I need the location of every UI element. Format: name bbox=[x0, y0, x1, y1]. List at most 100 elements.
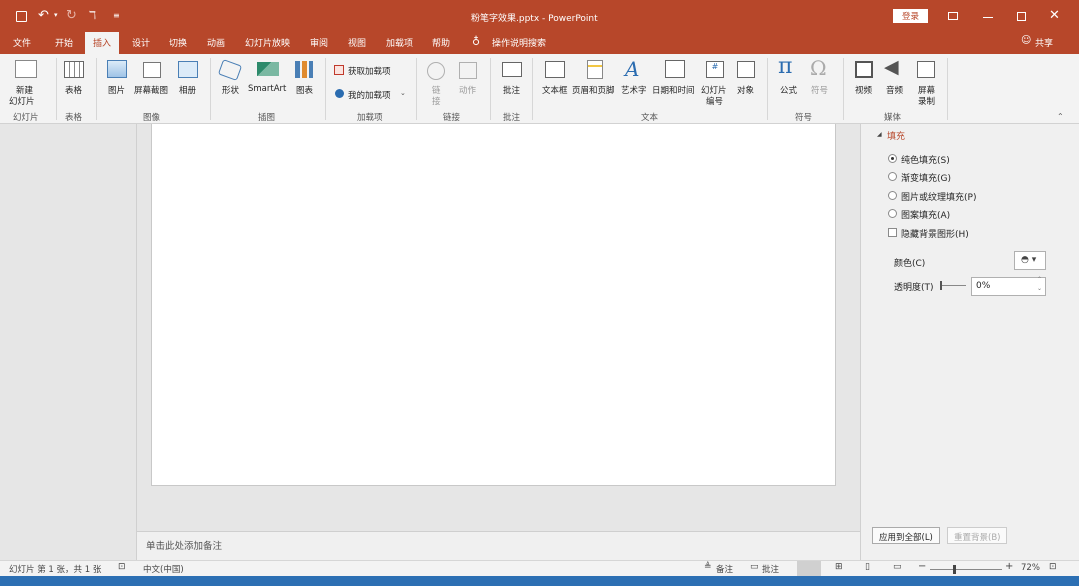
tab-slideshow[interactable]: 幻灯片放映 bbox=[245, 36, 290, 49]
audio-icon[interactable]: ◀ bbox=[884, 56, 899, 78]
picture-label[interactable]: 图片 bbox=[108, 84, 125, 96]
maximize-icon[interactable] bbox=[1017, 12, 1026, 21]
shapes-label[interactable]: 形状 bbox=[222, 84, 239, 96]
notes-pane[interactable]: 单击此处添加备注 bbox=[137, 531, 860, 560]
picture-icon[interactable] bbox=[107, 60, 127, 78]
video-label[interactable]: 视频 bbox=[855, 84, 872, 96]
solid-fill-label[interactable]: 纯色填充(S) bbox=[901, 153, 950, 166]
chevron-down-icon[interactable]: ⌄ bbox=[400, 89, 406, 97]
smartart-label[interactable]: SmartArt bbox=[248, 84, 286, 94]
store-icon[interactable] bbox=[334, 65, 344, 75]
zoom-slider-handle[interactable] bbox=[953, 565, 956, 574]
new-slide-label-2[interactable]: 幻灯片 bbox=[9, 95, 35, 107]
apply-all-button[interactable]: 应用到全部(L) bbox=[872, 527, 940, 544]
picture-fill-label[interactable]: 图片或纹理填充(P) bbox=[901, 190, 976, 203]
tab-insert[interactable]: 插入 bbox=[85, 32, 120, 54]
header-footer-icon[interactable] bbox=[587, 60, 603, 79]
comments-toggle[interactable]: 批注 bbox=[762, 563, 779, 575]
slideshow-view-icon[interactable]: ▭ bbox=[893, 562, 902, 572]
video-icon[interactable] bbox=[855, 61, 873, 78]
normal-view-icon[interactable] bbox=[797, 561, 821, 576]
shapes-icon[interactable] bbox=[217, 59, 243, 81]
screen-recording-icon[interactable] bbox=[917, 61, 935, 78]
notes-placeholder[interactable]: 单击此处添加备注 bbox=[146, 538, 222, 552]
transparency-value[interactable]: 0% bbox=[976, 281, 990, 291]
tab-file[interactable]: 文件 bbox=[13, 36, 31, 49]
gradient-fill-label[interactable]: 渐变填充(G) bbox=[901, 171, 951, 184]
smartart-icon[interactable] bbox=[257, 62, 279, 76]
audio-label[interactable]: 音频 bbox=[886, 84, 903, 96]
tab-design[interactable]: 设计 bbox=[132, 36, 150, 49]
customize-qat-icon[interactable]: ≡ bbox=[113, 11, 120, 20]
table-label[interactable]: 表格 bbox=[65, 84, 82, 96]
chart-icon[interactable] bbox=[295, 61, 313, 78]
solid-fill-radio[interactable] bbox=[888, 154, 897, 163]
hide-bg-label[interactable]: 隐藏背景图形(H) bbox=[901, 227, 969, 240]
undo-dropdown-icon[interactable]: ▾ bbox=[54, 11, 58, 19]
login-button[interactable]: 登录 bbox=[893, 9, 928, 23]
redo-icon[interactable]: ↻ bbox=[66, 8, 77, 23]
textbox-label[interactable]: 文本框 bbox=[542, 84, 568, 96]
equation-label[interactable]: 公式 bbox=[780, 84, 797, 96]
equation-icon[interactable]: π bbox=[778, 54, 792, 79]
zoom-in-icon[interactable]: + bbox=[1005, 561, 1013, 572]
zoom-level[interactable]: 72% bbox=[1021, 563, 1040, 573]
spelling-icon[interactable]: ⊡ bbox=[118, 562, 126, 572]
slide-number-icon[interactable]: # bbox=[706, 61, 724, 78]
datetime-icon[interactable] bbox=[665, 60, 685, 78]
my-addins-button[interactable]: 我的加载项 bbox=[348, 89, 391, 101]
slide-number-label-2[interactable]: 编号 bbox=[706, 95, 723, 107]
slide-thumbnails-pane[interactable] bbox=[0, 124, 137, 560]
pattern-fill-label[interactable]: 图案填充(A) bbox=[901, 208, 950, 221]
fill-section-title[interactable]: 填充 bbox=[887, 129, 905, 142]
object-label[interactable]: 对象 bbox=[737, 84, 754, 96]
language-label[interactable]: 中文(中国) bbox=[143, 563, 184, 575]
slide-canvas[interactable] bbox=[151, 124, 836, 486]
hide-bg-checkbox[interactable] bbox=[888, 228, 897, 237]
album-label[interactable]: 相册 bbox=[179, 84, 196, 96]
transparency-slider[interactable] bbox=[941, 285, 966, 286]
table-icon[interactable] bbox=[64, 61, 84, 78]
picture-fill-radio[interactable] bbox=[888, 191, 897, 200]
comment-label[interactable]: 批注 bbox=[503, 84, 520, 96]
tell-me-search[interactable]: 操作说明搜索 bbox=[492, 36, 546, 49]
gradient-fill-radio[interactable] bbox=[888, 172, 897, 181]
tab-help[interactable]: 帮助 bbox=[432, 36, 450, 49]
wordart-label[interactable]: 艺术字 bbox=[621, 84, 647, 96]
album-icon[interactable] bbox=[178, 61, 198, 78]
sorter-view-icon[interactable]: ⊞ bbox=[835, 562, 843, 572]
share-button[interactable]: 共享 bbox=[1035, 36, 1053, 49]
chart-label[interactable]: 图表 bbox=[296, 84, 313, 96]
save-icon[interactable] bbox=[16, 11, 27, 22]
tab-review[interactable]: 审阅 bbox=[310, 36, 328, 49]
tab-home[interactable]: 开始 bbox=[55, 36, 73, 49]
textbox-icon[interactable] bbox=[545, 61, 565, 78]
my-addins-icon[interactable] bbox=[335, 89, 344, 98]
touch-mode-icon[interactable]: ℸ bbox=[89, 9, 96, 22]
comments-toggle-icon[interactable]: ▭ bbox=[750, 562, 759, 572]
screenshot-icon[interactable] bbox=[143, 62, 161, 78]
transparency-slider-handle[interactable] bbox=[940, 281, 942, 290]
paint-bucket-icon[interactable]: ◓ ▾ bbox=[1014, 251, 1046, 270]
collapse-section-icon[interactable]: ◢ bbox=[877, 131, 882, 138]
screen-recording-label-2[interactable]: 录制 bbox=[918, 95, 935, 107]
ribbon-display-icon[interactable] bbox=[948, 12, 958, 20]
minimize-icon[interactable] bbox=[983, 17, 993, 18]
zoom-slider[interactable] bbox=[930, 569, 1002, 570]
datetime-label[interactable]: 日期和时间 bbox=[652, 84, 695, 96]
notes-toggle[interactable]: 备注 bbox=[716, 563, 733, 575]
tab-addins[interactable]: 加载项 bbox=[386, 36, 413, 49]
close-icon[interactable]: ✕ bbox=[1049, 8, 1060, 23]
pattern-fill-radio[interactable] bbox=[888, 209, 897, 218]
fit-slide-icon[interactable]: ⊡ bbox=[1049, 562, 1057, 572]
tab-transitions[interactable]: 切换 bbox=[169, 36, 187, 49]
reading-view-icon[interactable]: ▯ bbox=[865, 562, 870, 572]
zoom-out-icon[interactable]: − bbox=[918, 561, 926, 572]
screenshot-label[interactable]: 屏幕截图 bbox=[134, 84, 168, 96]
undo-icon[interactable]: ↶ bbox=[38, 8, 49, 23]
notes-toggle-icon[interactable]: ≜ bbox=[704, 562, 712, 572]
new-slide-icon[interactable] bbox=[15, 60, 37, 78]
object-icon[interactable] bbox=[737, 61, 755, 78]
comment-icon[interactable] bbox=[502, 62, 522, 77]
wordart-icon[interactable]: A bbox=[625, 57, 639, 81]
